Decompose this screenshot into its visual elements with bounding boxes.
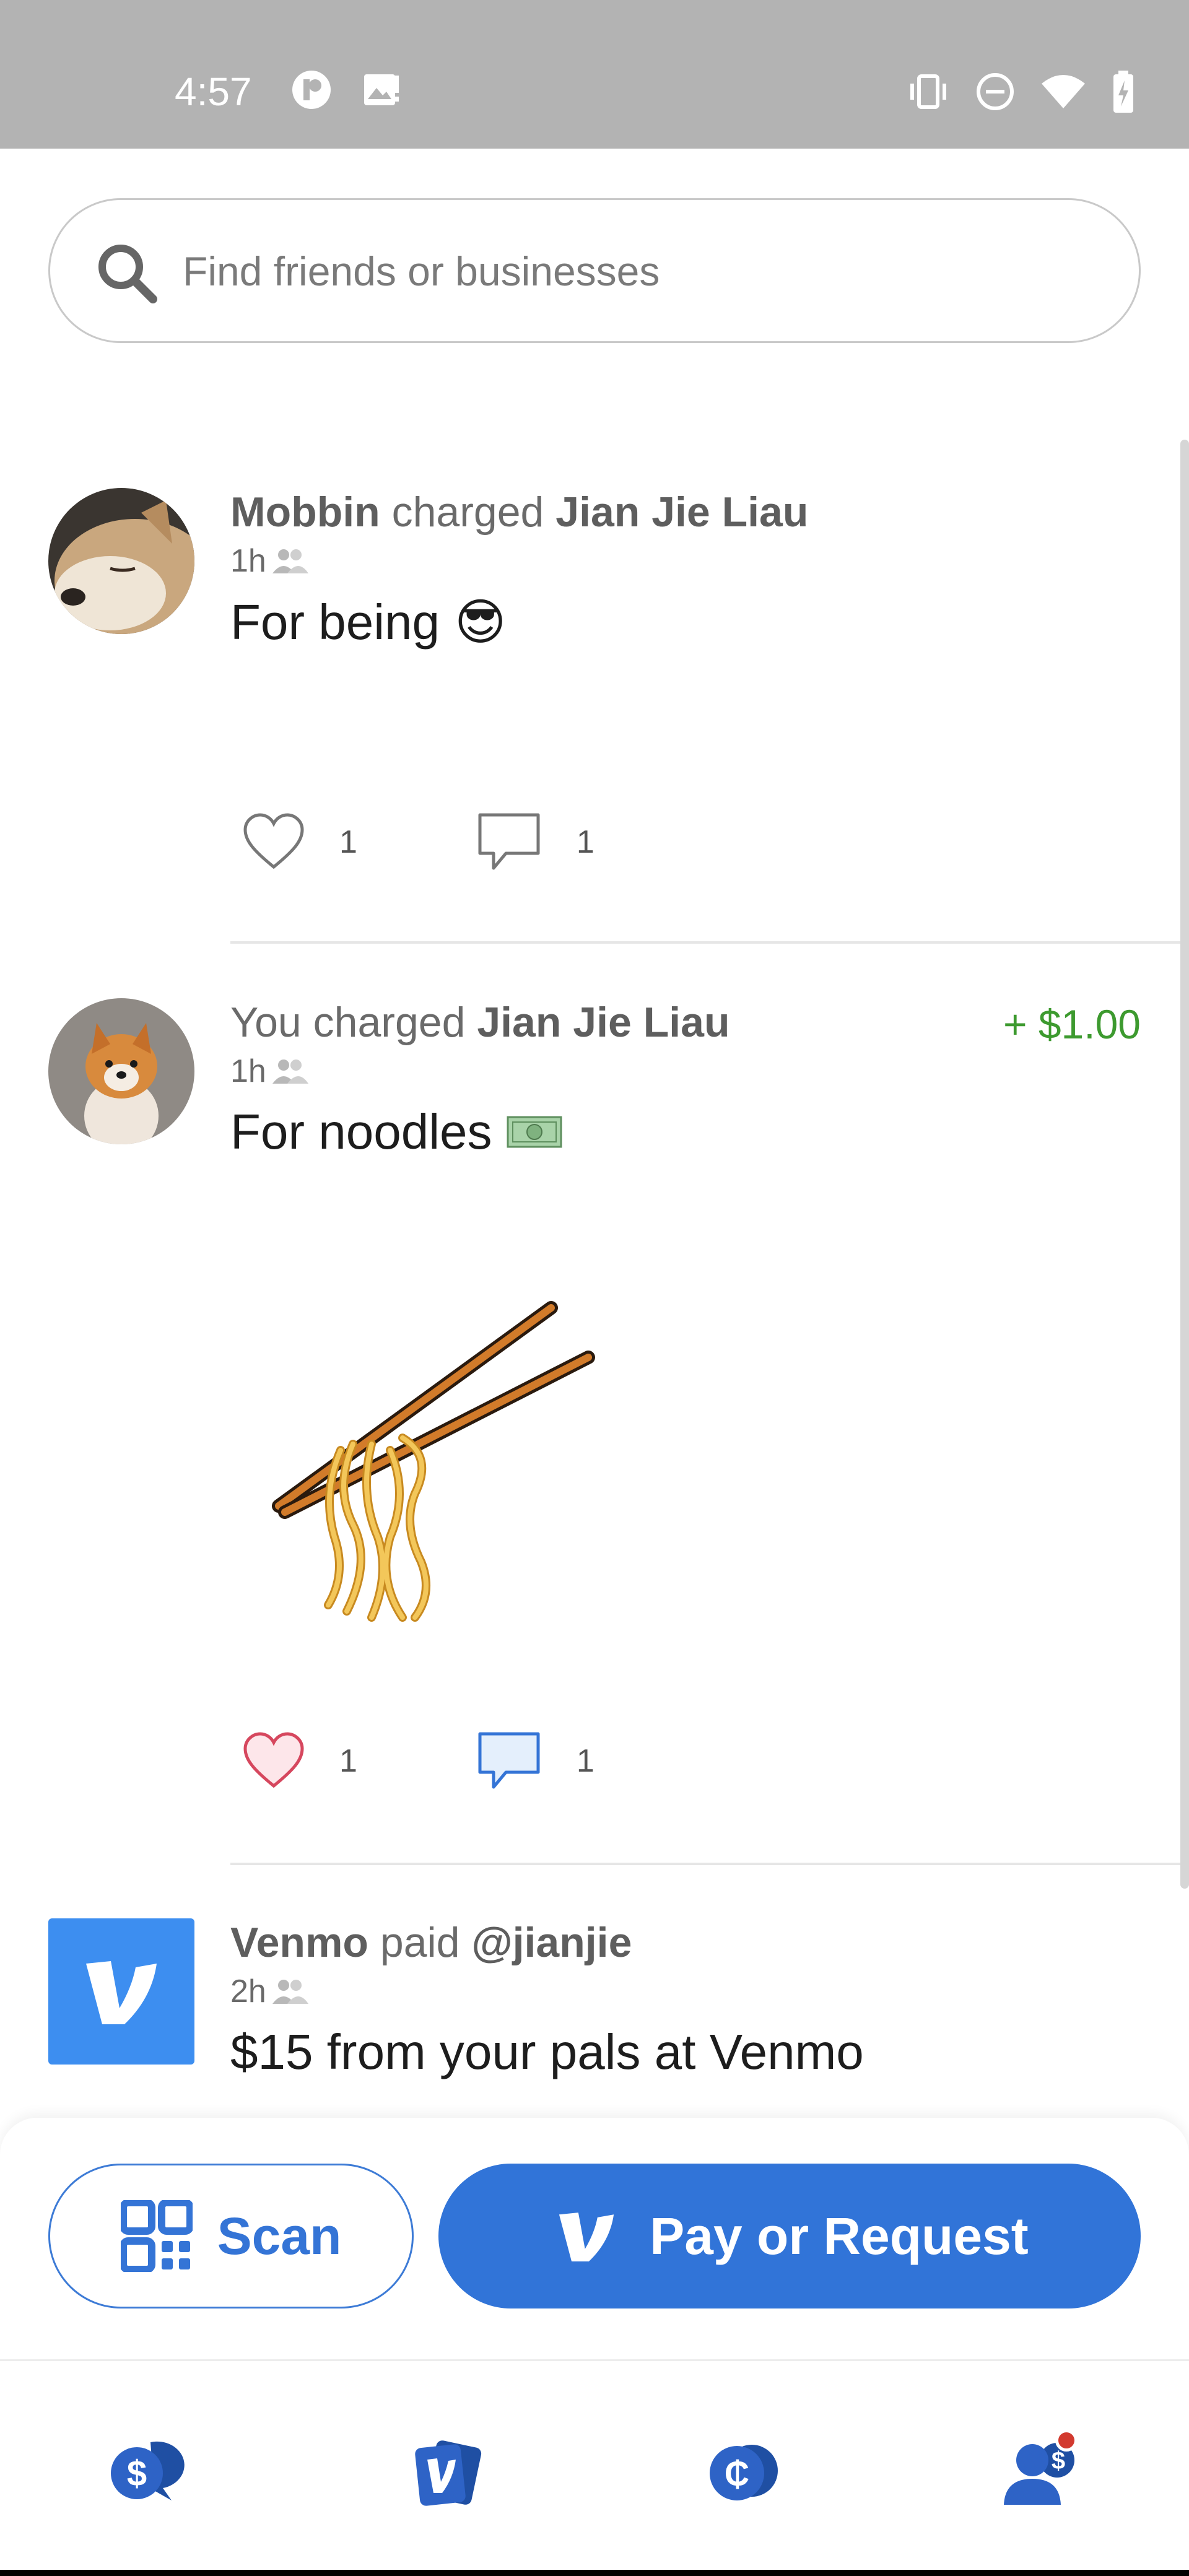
- story-note-emoji: 😎: [454, 593, 507, 651]
- action-bar: Scan Pay or Request: [0, 2118, 1189, 2359]
- heart-icon-liked: [243, 1732, 304, 1788]
- money-bill-icon: [507, 1116, 562, 1148]
- story-time: 2h: [230, 1973, 266, 2009]
- battery-icon: [1113, 71, 1133, 113]
- system-nav-bar: [0, 2570, 1189, 2576]
- story-target[interactable]: Jian Jie Liau: [477, 999, 730, 1046]
- comment-button[interactable]: 1: [475, 1729, 594, 1793]
- comment-button[interactable]: 1: [475, 810, 594, 874]
- search-icon: [98, 245, 157, 303]
- friends-audience-icon: [272, 1980, 308, 2004]
- feed-story[interactable]: Venmo paid @jianjie 2h $15 from your pal…: [0, 1918, 1189, 2117]
- story-actor[interactable]: You: [230, 999, 302, 1046]
- friends-audience-icon: [272, 1060, 308, 1084]
- venmo-card-icon: [415, 2440, 482, 2506]
- qr-code-icon: [120, 2200, 193, 2272]
- story-note-text: For being: [230, 594, 440, 650]
- story-headline: You charged Jian Jie Liau: [230, 998, 730, 1046]
- feed[interactable]: Mobbin charged Jian Jie Liau 1h For bein…: [0, 433, 1189, 2118]
- avatar[interactable]: [48, 488, 194, 634]
- story-verb: paid: [380, 1919, 460, 1966]
- friends-audience-icon: [272, 549, 308, 573]
- story-target[interactable]: Jian Jie Liau: [555, 489, 808, 536]
- status-time: 4:57: [175, 69, 252, 114]
- svg-text:$: $: [127, 2453, 147, 2494]
- crypto-icon: ₵: [710, 2445, 778, 2500]
- feed-scrollbar[interactable]: [1180, 440, 1189, 1889]
- app-notification-icon: [292, 71, 331, 109]
- comment-icon: [478, 813, 540, 870]
- story-note: $15 from your pals at Venmo: [230, 2024, 864, 2081]
- nav-me[interactable]: $: [997, 2429, 1084, 2516]
- heart-icon: [243, 813, 304, 869]
- comment-icon-active: [478, 1732, 540, 1789]
- scan-label: Scan: [217, 2206, 342, 2265]
- story-divider: [230, 941, 1189, 944]
- scan-button[interactable]: Scan: [48, 2164, 414, 2308]
- story-target[interactable]: @jianjie: [471, 1919, 632, 1966]
- like-button[interactable]: 1: [242, 1729, 357, 1793]
- notification-badge: [1055, 2429, 1078, 2452]
- comment-count: 1: [576, 824, 594, 860]
- do-not-disturb-icon: [977, 73, 1014, 110]
- bottom-nav: $ ₵ $: [0, 2359, 1189, 2570]
- image-notification-icon: [364, 74, 399, 105]
- story-headline: Venmo paid @jianjie: [230, 1918, 632, 1967]
- venmo-logo-icon: [86, 1961, 157, 2024]
- story-actor[interactable]: Mobbin: [230, 489, 380, 536]
- venmo-avatar[interactable]: [48, 1918, 194, 2065]
- story-meta: 2h: [230, 1973, 310, 2010]
- story-meta: 1h: [230, 542, 310, 580]
- story-verb: charged: [313, 999, 466, 1046]
- avatar[interactable]: [48, 998, 194, 1144]
- story-note: For noodles: [230, 1103, 562, 1160]
- story-note: For being 😎: [230, 593, 506, 651]
- story-meta: 1h: [230, 1053, 310, 1090]
- story-time: 1h: [230, 1053, 266, 1089]
- story-note-text: $15 from your pals at Venmo: [230, 2024, 864, 2079]
- story-time: 1h: [230, 543, 266, 579]
- venmo-logo-icon: [559, 2213, 614, 2261]
- shiba-puppy-avatar-image: [48, 998, 194, 1144]
- search-input[interactable]: [183, 237, 1099, 305]
- home-feed-icon: $: [111, 2441, 185, 2500]
- story-amount: + $1.00: [1003, 1001, 1141, 1047]
- feed-story[interactable]: You charged Jian Jie Liau + $1.00 1h For…: [0, 998, 1189, 1927]
- status-left-icons: [291, 69, 401, 110]
- pay-or-request-button[interactable]: Pay or Request: [438, 2164, 1141, 2308]
- svg-text:$: $: [1052, 2447, 1065, 2474]
- noodles-sticker: [272, 1301, 595, 1622]
- pay-or-request-label: Pay or Request: [650, 2206, 1029, 2265]
- story-note-text: For noodles: [230, 1104, 492, 1159]
- wifi-icon: [1042, 75, 1085, 108]
- status-right-icons: [907, 69, 1136, 114]
- nav-home[interactable]: $: [104, 2429, 191, 2516]
- comment-count: 1: [576, 1743, 594, 1779]
- nav-cards[interactable]: [404, 2429, 490, 2516]
- story-actions: 1 1: [242, 810, 712, 874]
- svg-text:₵: ₵: [725, 2454, 749, 2493]
- nav-crypto[interactable]: ₵: [700, 2429, 786, 2516]
- gesture-handle[interactable]: [486, 2550, 703, 2556]
- story-actor[interactable]: Venmo: [230, 1919, 368, 1966]
- story-verb: charged: [391, 489, 544, 536]
- status-bar: 4:57: [0, 0, 1189, 149]
- story-actions: 1 1: [242, 1729, 712, 1793]
- search-bar[interactable]: [48, 198, 1141, 343]
- like-count: 1: [339, 824, 357, 860]
- shiba-avatar-image: [48, 488, 194, 634]
- vibrate-icon: [910, 74, 946, 109]
- story-divider: [230, 1863, 1189, 1865]
- like-count: 1: [339, 1743, 357, 1779]
- story-headline: Mobbin charged Jian Jie Liau: [230, 488, 808, 536]
- feed-story[interactable]: Mobbin charged Jian Jie Liau 1h For bein…: [0, 488, 1189, 944]
- like-button[interactable]: 1: [242, 810, 357, 874]
